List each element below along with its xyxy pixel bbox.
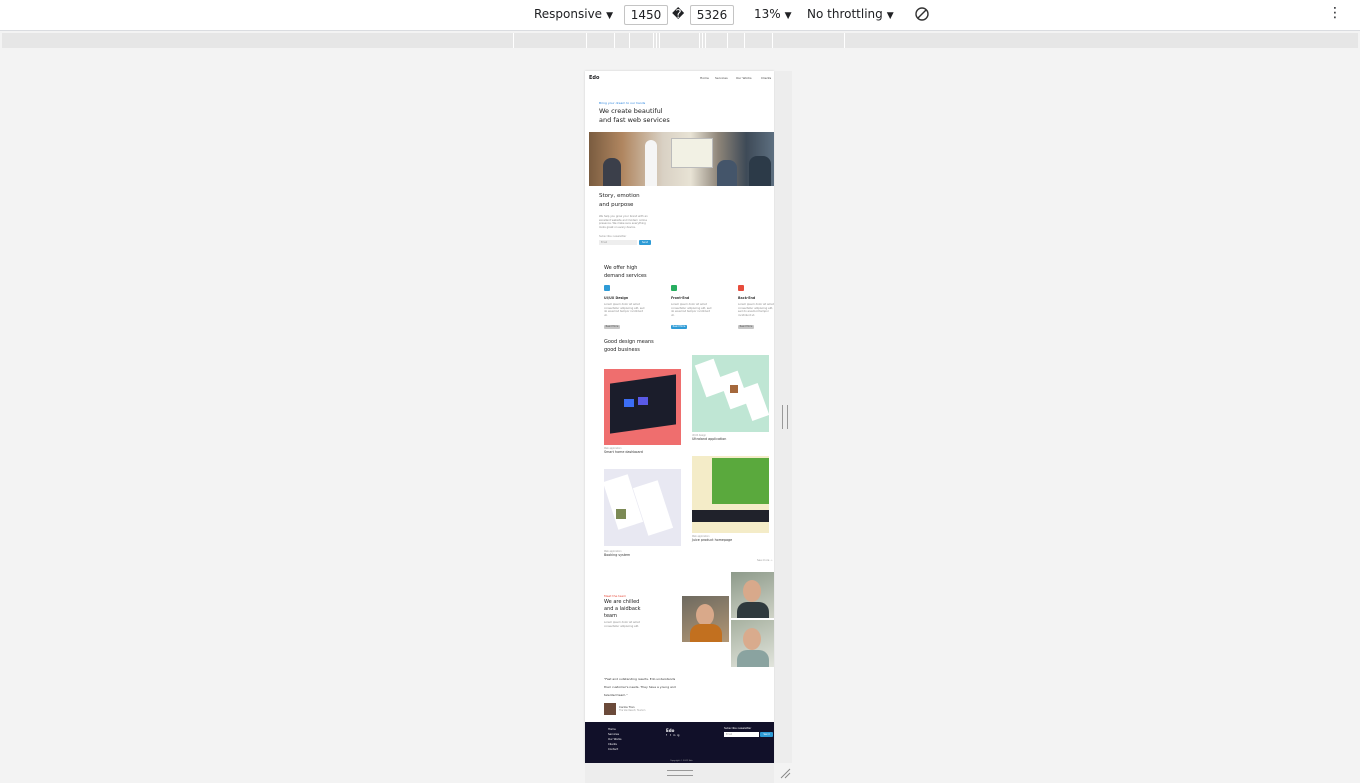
story-email-placeholder: Email [601, 241, 608, 244]
work-title-4[interactable]: Juice product homepage [692, 538, 732, 542]
zoom-dropdown[interactable]: 13% ▼ [754, 6, 792, 24]
testimonial-role: The Van Resort, Tourism [619, 709, 646, 712]
footer-link-services[interactable]: Services [608, 733, 619, 736]
avatar [604, 703, 616, 715]
hero-kicker: Bring your dream to our hands [599, 101, 646, 105]
chevron-down-icon: ▼ [606, 11, 613, 21]
services-title-line1: We offer high [604, 265, 638, 271]
team-photo-woman [682, 596, 729, 642]
hero-title-line1: We create beautiful [599, 107, 663, 115]
device-viewport[interactable]: Edo Home Services Our Works Clients Brin… [585, 71, 774, 763]
server-icon [738, 285, 744, 291]
footer-send-button[interactable]: Send [760, 732, 773, 737]
team-title-line2: and a laidback [604, 606, 641, 612]
footer-logo[interactable]: Edo [666, 728, 674, 733]
testimonial-quote-line1: "Fast and outstanding results. Edo under… [604, 677, 676, 681]
dimensions-separator: � [672, 7, 685, 21]
viewport-resize-handle-bottom[interactable] [585, 763, 774, 783]
team-text: Lorem ipsum dolor sit amet consectetur a… [604, 621, 640, 628]
team-photo-man-1 [731, 572, 774, 618]
facebook-icon[interactable]: f [666, 734, 667, 737]
throttling-dropdown[interactable]: No throttling ▼ [807, 6, 894, 24]
work-title-3[interactable]: Booking system [604, 553, 630, 557]
viewport-resize-handle-right[interactable] [775, 71, 792, 763]
site-footer: Home Services Our Works Clients Contact … [585, 722, 774, 763]
device-dropdown[interactable]: Responsive ▼ [534, 6, 613, 24]
hero-team-photo [589, 132, 774, 186]
footer-newsletter-label: Subscribe newsletter [724, 727, 752, 730]
team-photo-man-2 [731, 620, 774, 667]
story-title-line2: and purpose [599, 202, 634, 208]
twitter-icon[interactable]: t [670, 734, 671, 737]
service-read-more-uiux[interactable]: Read More [604, 325, 620, 329]
media-query-bar[interactable] [2, 33, 1358, 48]
height-input[interactable]: 5326 [690, 5, 734, 25]
code-icon [671, 285, 677, 291]
service-title-frontend: Front-End [671, 296, 690, 300]
team-kicker: Meet the team [604, 594, 627, 598]
service-title-backend: Back-End [738, 296, 756, 300]
resize-corner-icon[interactable] [779, 767, 791, 779]
team-title-line3: team [604, 613, 617, 619]
nav-home[interactable]: Home [700, 76, 709, 80]
nav-clients[interactable]: Clients [761, 76, 771, 80]
chevron-down-icon: ▼ [784, 11, 792, 21]
device-label: Responsive [534, 7, 603, 21]
story-title-line1: Story, emotion [599, 193, 640, 199]
work-image-ultraland[interactable] [692, 355, 769, 432]
site-logo[interactable]: Edo [589, 75, 599, 81]
testimonial-quote-line3: talented team." [604, 693, 628, 697]
work-image-juice[interactable] [692, 456, 769, 533]
throttling-label: No throttling [807, 7, 883, 21]
hero-title-line2: and fast web services [599, 116, 670, 124]
footer-link-our-works[interactable]: Our Works [608, 738, 622, 741]
service-text-backend: Lorem ipsum dolor sit amet consectetur a… [738, 303, 774, 317]
work-title-2[interactable]: Ultraland application [692, 437, 726, 441]
footer-link-home[interactable]: Home [608, 728, 616, 731]
chevron-down-icon: ▼ [886, 11, 894, 21]
service-read-more-frontend[interactable]: Read More [671, 325, 687, 329]
services-title-line2: demand services [604, 273, 647, 279]
service-text-frontend: Lorem ipsum dolor sit amet consectetur a… [671, 303, 712, 317]
works-title-line2: good business [604, 347, 640, 353]
footer-link-contact[interactable]: Contact [608, 748, 618, 751]
see-more-link[interactable]: See more → [757, 559, 772, 562]
copyright: Copyright © 2021 Edo [670, 760, 693, 762]
work-title-1[interactable]: Smart home dashboard [604, 450, 643, 454]
subscribe-label: Subscribe newsletter [599, 235, 627, 238]
footer-email-field[interactable]: Email [724, 732, 759, 737]
devtools-toolbar: Responsive ▼ 1450 � 5326 13% ▼ No throttli… [0, 0, 1360, 31]
work-image-smart-home[interactable] [604, 369, 681, 445]
linkedin-icon[interactable]: in [673, 734, 675, 737]
footer-link-clients[interactable]: Clients [608, 743, 617, 746]
nav-services[interactable]: Services [715, 76, 728, 80]
zoom-label: 13% [754, 7, 781, 21]
service-title-uiux: UI/UX Design [604, 296, 629, 300]
more-options-icon[interactable]: ⋮ [1328, 5, 1342, 21]
service-text-uiux: Lorem ipsum dolor sit amet consectetur a… [604, 303, 645, 317]
story-text: We help you grow your brand with an exce… [599, 215, 648, 229]
pencil-icon [604, 285, 610, 291]
nav-our-works[interactable]: Our Works [736, 76, 752, 80]
rotate-icon[interactable] [914, 6, 930, 22]
width-input[interactable]: 1450 [624, 5, 668, 25]
work-image-booking[interactable] [604, 469, 681, 546]
works-title-line1: Good design means [604, 339, 654, 345]
instagram-icon[interactable]: ig [677, 734, 679, 737]
story-email-field[interactable]: Email [599, 240, 637, 245]
footer-email-placeholder: Email [726, 733, 733, 736]
service-read-more-backend[interactable]: Read More [738, 325, 754, 329]
team-title-line1: We are chilled [604, 599, 640, 605]
story-send-button[interactable]: Send [639, 240, 651, 245]
testimonial-quote-line2: their customer's needs. They have a youn… [604, 685, 676, 689]
